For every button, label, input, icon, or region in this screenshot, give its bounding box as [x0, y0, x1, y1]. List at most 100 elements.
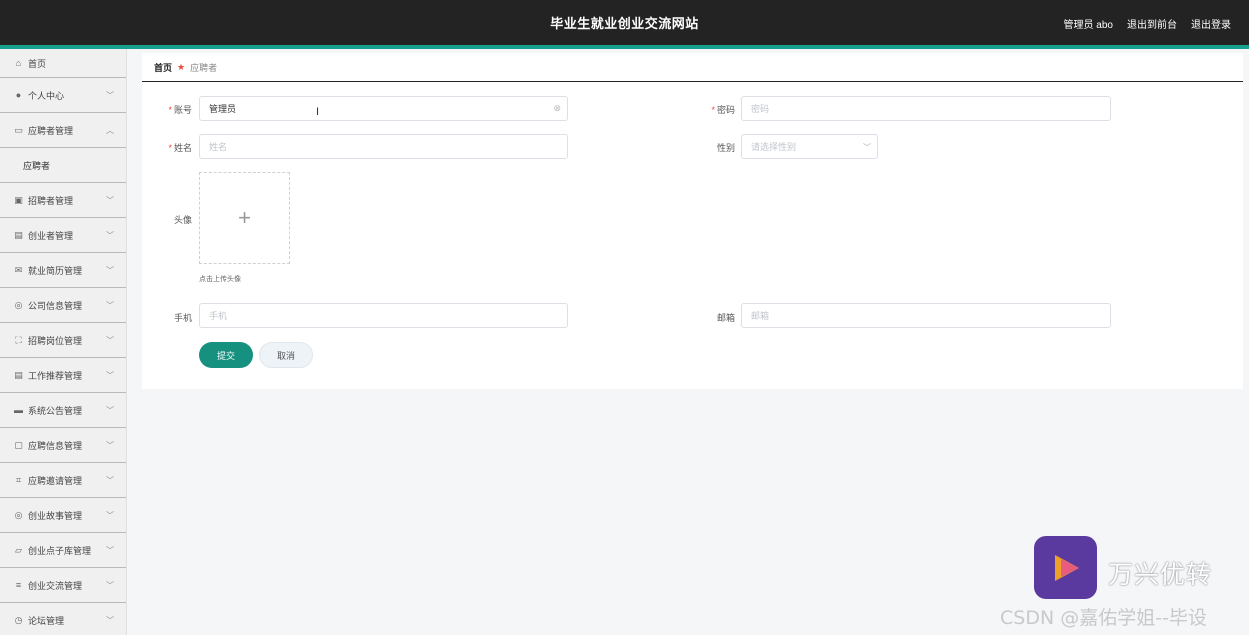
sidebar-item-label: 论坛管理: [28, 615, 65, 626]
name-placeholder: 姓名: [209, 142, 228, 152]
mail-icon: ✉: [14, 264, 23, 275]
compass-icon: ◎: [14, 299, 23, 310]
plus-icon: +: [238, 205, 251, 230]
breadcrumb-current: 应聘者: [190, 62, 218, 73]
chevron-down-icon: ﹀: [106, 546, 114, 555]
sidebar-item-applicant-management[interactable]: ▭ 应聘者管理 ︿: [0, 113, 126, 148]
chevron-down-icon: ﹀: [106, 266, 114, 275]
sidebar-item-exchange-management[interactable]: ≡ 创业交流管理 ﹀: [0, 568, 126, 603]
chevron-down-icon: ﹀: [106, 406, 114, 415]
star-icon: ★: [177, 61, 186, 72]
sidebar-item-application-info-management[interactable]: ▢ 应聘信息管理 ﹀: [0, 428, 126, 463]
avatar-upload[interactable]: +: [199, 172, 290, 264]
gender-label: 性别: [716, 143, 735, 153]
sidebar-item-forum-management[interactable]: ◷ 论坛管理 ﹀: [0, 603, 126, 635]
sidebar: ⌂ 首页 ● 个人中心 ﹀ ▭ 应聘者管理 ︿ 应聘者 ▣ 招聘者管理 ﹀ ▤ …: [0, 49, 127, 635]
sidebar-item-invitation-management[interactable]: ⌗ 应聘邀请管理 ﹀: [0, 463, 126, 498]
back-to-front-link[interactable]: 退出到前台: [1127, 16, 1177, 31]
user-icon: ●: [15, 90, 22, 100]
chevron-down-icon: ﹀: [106, 371, 114, 380]
text-cursor-icon: I: [316, 106, 320, 118]
sidebar-item-idea-library-management[interactable]: ▱ 创业点子库管理 ﹀: [0, 533, 126, 568]
chevron-down-icon: ﹀: [106, 581, 114, 590]
chevron-down-icon: ﹀: [863, 143, 871, 152]
chevron-up-icon: ︿: [106, 126, 114, 135]
submit-button[interactable]: 提交: [199, 342, 253, 368]
account-label: * 账号: [168, 105, 192, 115]
sidebar-item-label: 招聘者管理: [28, 195, 74, 206]
email-input[interactable]: 邮箱: [741, 303, 1111, 328]
cancel-button[interactable]: 取消: [259, 342, 313, 368]
sidebar-item-label: 公司信息管理: [28, 300, 83, 311]
sidebar-subitem-applicant[interactable]: 应聘者: [0, 148, 126, 183]
chevron-down-icon: ﹀: [106, 301, 114, 310]
list-icon: ≡: [15, 580, 22, 590]
sidebar-item-recruiter-management[interactable]: ▣ 招聘者管理 ﹀: [0, 183, 126, 218]
gender-placeholder: 请选择性别: [751, 142, 797, 152]
sidebar-item-label: 创业者管理: [28, 230, 74, 241]
chevron-down-icon: ﹀: [106, 441, 114, 450]
monitor-icon: ▭: [14, 124, 23, 135]
sidebar-item-label: 创业故事管理: [28, 510, 83, 521]
chevron-down-icon: ﹀: [106, 336, 114, 345]
avatar-upload-tip: 点击上传头像: [199, 276, 241, 283]
chevron-down-icon: ﹀: [106, 476, 114, 485]
password-placeholder: 密码: [751, 104, 770, 114]
sidebar-item-label: 就业简历管理: [28, 265, 83, 276]
phone-placeholder: 手机: [209, 311, 228, 321]
sidebar-item-entrepreneur-management[interactable]: ▤ 创业者管理 ﹀: [0, 218, 126, 253]
crop-icon: ⌗: [15, 474, 22, 485]
chart-icon: ▢: [14, 439, 23, 450]
chevron-down-icon: ﹀: [106, 616, 114, 625]
avatar-label: 头像: [173, 215, 192, 225]
doc-icon: ▣: [14, 194, 23, 205]
phone-input[interactable]: 手机: [199, 303, 568, 328]
current-user-label: 管理员 abo: [1063, 20, 1113, 31]
sidebar-item-label: 工作推荐管理: [28, 370, 83, 381]
watermark-csdn: CSDN @嘉佑学姐--毕设: [1000, 607, 1207, 629]
email-label: 邮箱: [716, 313, 735, 323]
name-label: * 姓名: [168, 143, 192, 153]
sidebar-item-story-management[interactable]: ◎ 创业故事管理 ﹀: [0, 498, 126, 533]
chevron-down-icon: ﹀: [106, 511, 114, 520]
breadcrumb: 首页 ★ 应聘者: [142, 53, 1243, 82]
account-input[interactable]: 管理员 ⊗: [199, 96, 568, 121]
compass-icon: ◎: [14, 509, 23, 520]
chevron-down-icon: ﹀: [106, 231, 114, 240]
header-actions: 管理员 abo 退出到前台 退出登录: [1064, 16, 1231, 31]
name-input[interactable]: 姓名: [199, 134, 568, 159]
sidebar-item-label: 应聘者管理: [28, 125, 74, 136]
account-input-value: 管理员: [209, 104, 237, 114]
watermark-logo: [1034, 536, 1097, 599]
clipboard-icon: ▤: [14, 369, 23, 380]
sidebar-item-company-info-management[interactable]: ◎ 公司信息管理 ﹀: [0, 288, 126, 323]
sidebar-item-home[interactable]: ⌂ 首页: [0, 49, 126, 78]
sidebar-item-label: 首页: [28, 58, 47, 69]
sidebar-item-job-recommend-management[interactable]: ▤ 工作推荐管理 ﹀: [0, 358, 126, 393]
clock-icon: ◷: [14, 614, 23, 625]
top-header: 毕业生就业创业交流网站 管理员 abo 退出到前台 退出登录: [0, 0, 1249, 45]
sidebar-item-label: 应聘邀请管理: [28, 475, 83, 486]
sidebar-item-label: 创业交流管理: [28, 580, 83, 591]
sidebar-item-label: 系统公告管理: [28, 405, 83, 416]
breadcrumb-home[interactable]: 首页: [154, 61, 172, 74]
required-mark: *: [711, 105, 715, 115]
clipboard-icon: ▤: [14, 229, 23, 240]
sidebar-item-job-position-management[interactable]: ⛶ 招聘岗位管理 ﹀: [0, 323, 126, 358]
clear-icon[interactable]: ⊗: [553, 103, 561, 114]
required-mark: *: [168, 105, 172, 115]
chevron-down-icon: ﹀: [106, 196, 114, 205]
sidebar-item-resume-management[interactable]: ✉ 就业简历管理 ﹀: [0, 253, 126, 288]
play-logo-icon: [1054, 554, 1079, 581]
gender-select[interactable]: 请选择性别 ﹀: [741, 134, 878, 159]
phone-label: 手机: [173, 313, 192, 323]
logout-link[interactable]: 退出登录: [1191, 16, 1231, 31]
required-mark: *: [168, 143, 172, 153]
sidebar-item-personal-center[interactable]: ● 个人中心 ﹀: [0, 78, 126, 113]
sidebar-item-label: 应聘者: [23, 160, 51, 171]
header-accent-bar: [0, 45, 1249, 49]
home-icon: ⌂: [15, 58, 22, 68]
sidebar-item-announcement-management[interactable]: ▬ 系统公告管理 ﹀: [0, 393, 126, 428]
password-input[interactable]: 密码: [741, 96, 1111, 121]
sidebar-item-label: 创业点子库管理: [28, 545, 92, 556]
